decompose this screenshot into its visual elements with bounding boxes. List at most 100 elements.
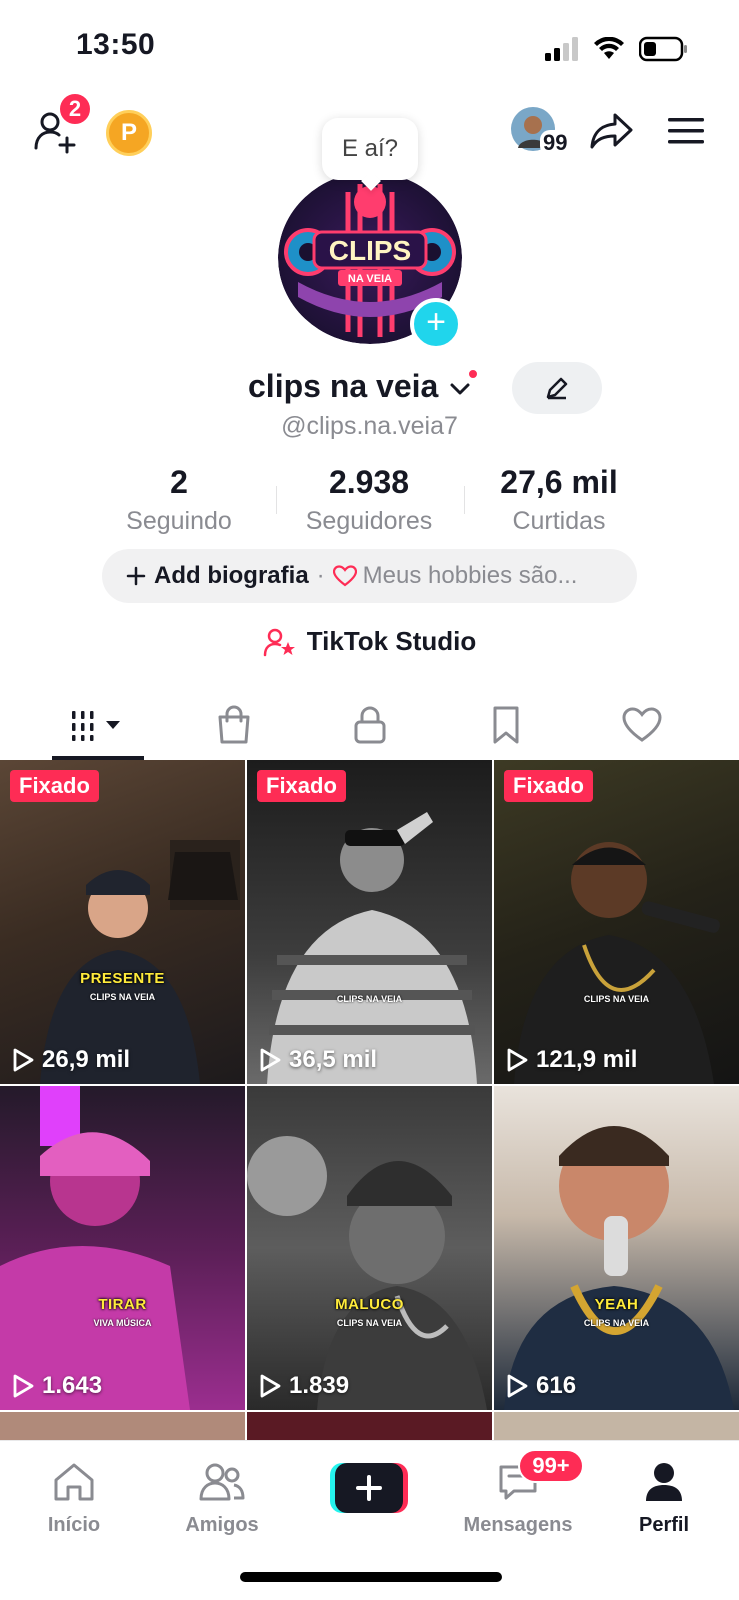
profile-views-count: 99 bbox=[540, 130, 571, 156]
profile-views-button[interactable]: 99 bbox=[510, 106, 571, 156]
video-thumbnail[interactable]: YEAH CLIPS NA VEIA 616 bbox=[494, 1086, 739, 1410]
add-story-button[interactable]: + bbox=[410, 298, 462, 350]
view-count-value: 1.643 bbox=[42, 1372, 103, 1399]
video-thumbnail-partial[interactable] bbox=[247, 1412, 492, 1440]
video-thumb-image bbox=[40, 840, 240, 1084]
chevron-down-icon bbox=[450, 383, 470, 395]
tab-shop[interactable] bbox=[160, 690, 308, 760]
pinned-badge: Fixado bbox=[10, 770, 99, 802]
video-caption: PRESENTE CLIPS NA VEIA bbox=[0, 970, 245, 1002]
heart-icon bbox=[622, 707, 662, 742]
video-thumbnail[interactable]: Fixado PRESENTE CLIPS NA VEIA 26,9 mil bbox=[0, 760, 245, 1084]
play-icon bbox=[13, 1374, 34, 1398]
likes-count: 27,6 mil bbox=[500, 464, 618, 500]
tab-liked[interactable] bbox=[568, 690, 716, 760]
avatar-logo-main: CLIPS bbox=[329, 235, 411, 266]
messages-badge: 99+ bbox=[518, 1449, 584, 1483]
coin-icon[interactable]: P bbox=[106, 110, 152, 156]
share-icon bbox=[590, 113, 633, 149]
followers-stat[interactable]: 2.938 Seguidores bbox=[274, 464, 464, 536]
video-thumbnail-partial[interactable] bbox=[0, 1412, 245, 1440]
play-icon bbox=[260, 1374, 281, 1398]
video-caption-main: TIRAR bbox=[98, 1296, 147, 1313]
create-plus-icon bbox=[330, 1463, 408, 1513]
video-thumbnail[interactable]: TIRAR VIVA MÚSICA 1.643 bbox=[0, 1086, 245, 1410]
view-count: 121,9 mil bbox=[506, 1046, 637, 1074]
nav-messages-label: Mensagens bbox=[463, 1514, 573, 1536]
video-thumb-image bbox=[504, 1126, 734, 1410]
display-name: clips na veia bbox=[248, 368, 439, 404]
status-bar: 13:50 bbox=[0, 0, 739, 90]
video-caption-sub: CLIPS NA VEIA bbox=[336, 1318, 403, 1328]
video-caption: MALUCO CLIPS NA VEIA bbox=[247, 1296, 492, 1328]
add-friend-button[interactable]: 2 bbox=[28, 92, 92, 158]
add-bio-button[interactable]: Add biografia · Meus hobbies são... bbox=[102, 549, 637, 603]
status-icons bbox=[545, 36, 689, 62]
bookmark-icon bbox=[493, 706, 519, 744]
tab-videos[interactable] bbox=[24, 690, 172, 760]
following-count: 2 bbox=[170, 464, 188, 500]
tab-saved[interactable] bbox=[432, 690, 580, 760]
edit-profile-button[interactable] bbox=[512, 362, 602, 414]
view-count: 616 bbox=[506, 1372, 576, 1400]
video-caption: CLIPS NA VEIA bbox=[494, 990, 739, 1004]
pinned-badge: Fixado bbox=[257, 770, 346, 802]
play-icon bbox=[13, 1048, 34, 1072]
video-thumbnail[interactable]: MALUCO CLIPS NA VEIA 1.839 bbox=[247, 1086, 492, 1410]
create-button[interactable] bbox=[330, 1463, 408, 1513]
shop-bag-icon bbox=[218, 705, 250, 744]
video-thumbnail[interactable]: Fixado CLIPS NA VEIA 36,5 mil bbox=[247, 760, 492, 1084]
view-count-value: 121,9 mil bbox=[536, 1046, 638, 1073]
video-caption-main: MALUCO bbox=[335, 1296, 404, 1313]
menu-button[interactable] bbox=[662, 106, 710, 156]
nav-home-label: Início bbox=[47, 1514, 101, 1536]
plus-icon bbox=[126, 566, 146, 586]
nav-friends[interactable]: Amigos bbox=[162, 1461, 282, 1537]
followers-count: 2.938 bbox=[328, 464, 410, 500]
wifi-icon bbox=[594, 37, 624, 59]
view-count: 26,9 mil bbox=[12, 1046, 130, 1074]
pinned-badge: Fixado bbox=[504, 770, 593, 802]
likes-stat[interactable]: 27,6 mil Curtidas bbox=[464, 464, 654, 536]
video-caption-sub: CLIPS NA VEIA bbox=[583, 994, 650, 1004]
heart-outline-icon bbox=[332, 565, 357, 587]
hobbies-prompt: Meus hobbies são... bbox=[362, 562, 578, 589]
username-handle: @clips.na.veia7 bbox=[281, 412, 458, 440]
video-caption-main: PRESENTE bbox=[80, 970, 165, 987]
followers-label: Seguidores bbox=[305, 507, 433, 535]
videos-grid-icon bbox=[72, 711, 120, 741]
video-thumbnail[interactable]: Fixado CLIPS NA VEIA 121,9 mil bbox=[494, 760, 739, 1084]
lock-icon bbox=[354, 706, 386, 744]
home-indicator bbox=[240, 1572, 502, 1582]
video-caption-sub: CLIPS NA VEIA bbox=[336, 994, 403, 1004]
nav-messages[interactable]: 99+ Mensagens bbox=[458, 1449, 584, 1537]
hamburger-menu-icon bbox=[668, 118, 704, 144]
nav-profile[interactable]: Perfil bbox=[604, 1461, 724, 1537]
notification-dot bbox=[467, 368, 480, 380]
name-row: clips na veia bbox=[0, 360, 739, 416]
friends-icon bbox=[199, 1463, 245, 1501]
nav-home[interactable]: Início bbox=[14, 1461, 134, 1537]
creator-star-icon bbox=[263, 628, 295, 656]
tab-private[interactable] bbox=[296, 690, 444, 760]
profile-stats: 2 Seguindo 2.938 Seguidores 27,6 mil Cur… bbox=[0, 464, 739, 544]
share-button[interactable] bbox=[586, 106, 636, 156]
view-count-value: 36,5 mil bbox=[289, 1046, 378, 1073]
note-text: E aí? bbox=[341, 135, 399, 162]
video-thumb-image bbox=[247, 1136, 487, 1410]
nav-friends-label: Amigos bbox=[185, 1514, 259, 1536]
coin-letter: P bbox=[120, 119, 137, 146]
battery-icon bbox=[639, 36, 687, 62]
friend-requests-badge: 2 bbox=[58, 92, 92, 126]
play-icon bbox=[260, 1048, 281, 1072]
status-time: 13:50 bbox=[76, 28, 156, 61]
following-stat[interactable]: 2 Seguindo bbox=[84, 464, 274, 536]
nav-profile-label: Perfil bbox=[638, 1514, 690, 1536]
view-count: 36,5 mil bbox=[259, 1046, 377, 1074]
video-thumbnail-partial[interactable] bbox=[494, 1412, 739, 1440]
tiktok-studio-link[interactable]: TikTok Studio bbox=[0, 626, 739, 657]
display-name-button[interactable]: clips na veia bbox=[248, 368, 480, 405]
view-count-value: 616 bbox=[536, 1372, 577, 1399]
note-bubble[interactable]: E aí? bbox=[322, 118, 418, 180]
video-thumb-image bbox=[267, 812, 477, 1084]
